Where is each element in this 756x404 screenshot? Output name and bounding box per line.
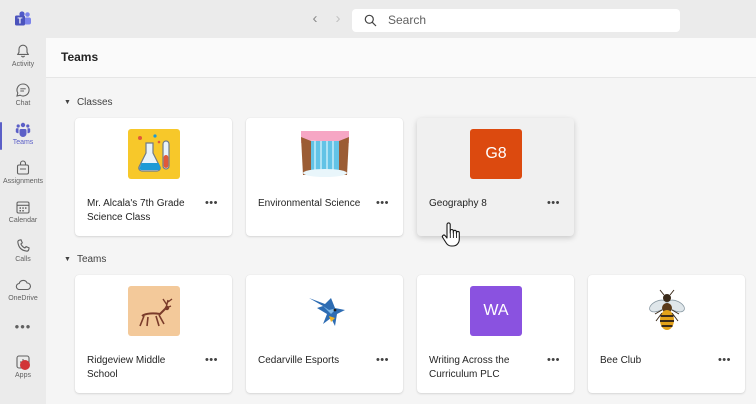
back-arrow-icon[interactable]: ‹: [308, 11, 322, 27]
search-placeholder: Search: [388, 13, 427, 27]
notification-dot: [20, 360, 30, 370]
rail-item-teams[interactable]: Teams: [0, 118, 46, 158]
waterfall-icon: [299, 129, 351, 179]
team-name: Environmental Science: [258, 198, 361, 209]
deer-icon: [128, 286, 180, 336]
team-card[interactable]: G8 Geography 8 •••: [417, 118, 574, 236]
teams-logo-icon: T: [15, 11, 31, 26]
chat-icon: [16, 83, 30, 97]
teams-icon: [15, 122, 31, 137]
phone-icon: [17, 239, 30, 252]
hand-cursor-icon: [441, 222, 460, 247]
dragon-logo-icon: [299, 286, 351, 336]
science-beakers-icon: [128, 129, 180, 179]
team-card[interactable]: Ridgeview Middle School •••: [75, 275, 232, 393]
team-name: Geography 8: [429, 198, 487, 209]
team-avatar: G8: [470, 129, 522, 179]
team-card[interactable]: Mr. Alcala's 7th Grade Science Class •••: [75, 118, 232, 236]
more-options-button[interactable]: •••: [547, 354, 560, 366]
page-header: Teams: [46, 38, 756, 78]
more-options-button[interactable]: •••: [376, 197, 389, 209]
rail-label: Teams: [12, 139, 34, 146]
team-name: Writing Across the Curriculum PLC: [429, 355, 510, 380]
main-content: Teams ▼ Classes Mr. Alcala's 7th Grade Sc…: [46, 38, 756, 404]
team-name: Ridgeview Middle School: [87, 355, 166, 380]
team-name: Mr. Alcala's 7th Grade Science Class: [87, 198, 185, 223]
rail-label: Calendar: [8, 217, 38, 224]
more-options-button[interactable]: •••: [205, 197, 218, 209]
forward-arrow-icon[interactable]: ›: [331, 11, 345, 27]
section-header-teams[interactable]: ▼ Teams: [64, 254, 106, 265]
section-header-classes[interactable]: ▼ Classes: [64, 97, 113, 108]
rail-item-apps[interactable]: Apps: [0, 351, 46, 391]
rail-label: Calls: [15, 256, 31, 263]
bell-icon: [16, 44, 30, 58]
caret-down-icon: ▼: [64, 99, 71, 106]
more-apps-button[interactable]: •••: [0, 319, 46, 334]
team-name: Cedarville Esports: [258, 355, 340, 366]
app-rail: Activity Chat Teams Assignments Calendar…: [0, 38, 46, 404]
assignments-icon: [16, 160, 30, 175]
caret-down-icon: ▼: [64, 256, 71, 263]
cloud-icon: [15, 279, 31, 291]
more-options-button[interactable]: •••: [547, 197, 560, 209]
rail-label: Activity: [11, 61, 35, 68]
rail-item-onedrive[interactable]: OneDrive: [0, 274, 46, 314]
rail-label: Assignments: [2, 178, 44, 185]
team-card[interactable]: Cedarville Esports •••: [246, 275, 403, 393]
more-options-button[interactable]: •••: [718, 354, 731, 366]
rail-label: OneDrive: [8, 295, 38, 302]
rail-item-calls[interactable]: Calls: [0, 235, 46, 275]
section-title: Classes: [76, 97, 113, 108]
team-card[interactable]: Environmental Science •••: [246, 118, 403, 236]
bee-icon: [641, 286, 693, 336]
more-options-button[interactable]: •••: [376, 354, 389, 366]
team-card[interactable]: Bee Club •••: [588, 275, 745, 393]
section-title: Teams: [76, 254, 107, 265]
rail-item-activity[interactable]: Activity: [0, 40, 46, 80]
rail-label: Chat: [15, 100, 31, 107]
rail-item-chat[interactable]: Chat: [0, 79, 46, 119]
more-options-button[interactable]: •••: [205, 354, 218, 366]
svg-text:T: T: [18, 17, 23, 26]
search-input[interactable]: Search: [352, 9, 680, 32]
rail-item-assignments[interactable]: Assignments: [0, 157, 46, 197]
search-icon: [364, 14, 377, 27]
team-name: Bee Club: [600, 355, 642, 366]
rail-item-calendar[interactable]: Calendar: [0, 196, 46, 236]
team-avatar: WA: [470, 286, 522, 336]
page-title: Teams: [61, 50, 99, 64]
calendar-icon: [16, 201, 30, 214]
team-card[interactable]: WA Writing Across the Curriculum PLC •••: [417, 275, 574, 393]
rail-label: Apps: [15, 372, 31, 379]
title-bar: T ‹ › Search: [0, 0, 756, 38]
